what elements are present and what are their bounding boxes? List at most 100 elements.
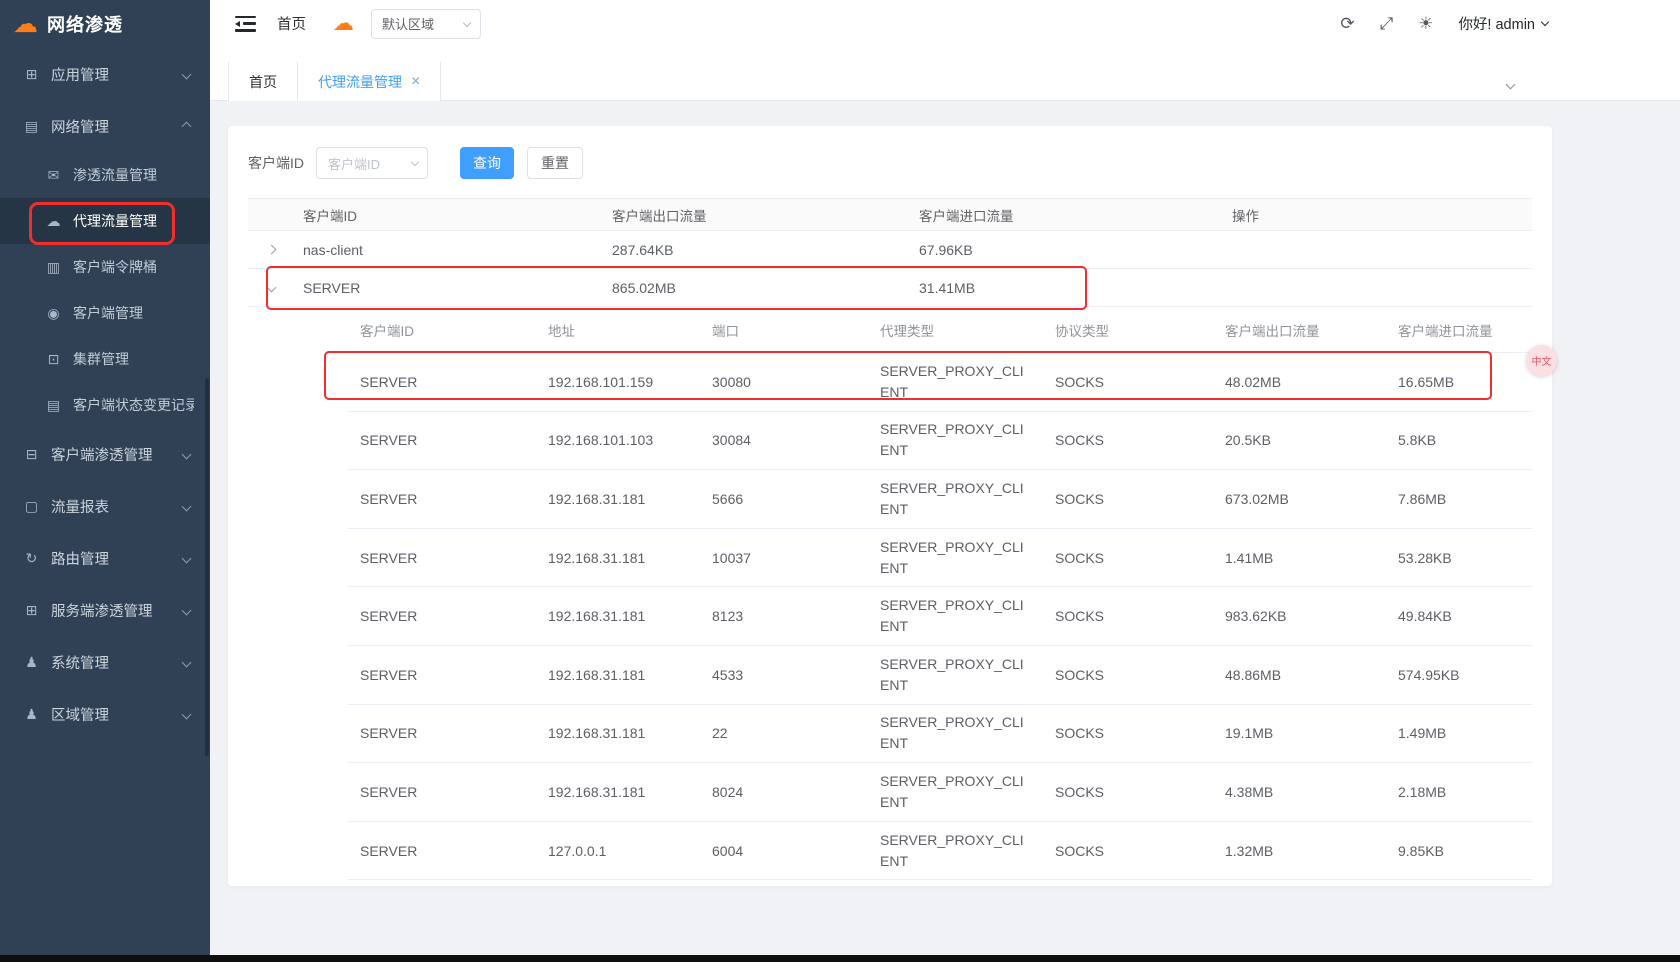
sidebar-item-route-management[interactable]: ↻ 路由管理	[0, 532, 210, 584]
table-row[interactable]: nas-client 287.64KB 67.96KB	[248, 231, 1532, 269]
refresh-icon[interactable]: ⟳	[1340, 15, 1354, 32]
subtable-row[interactable]: SERVER 192.168.31.181 8024 SERVER_PROXY_…	[348, 763, 1532, 822]
header-block: 首页 ☁ 默认区域 ⟳ ⤢ ☀ 你好! admin	[210, 0, 1680, 101]
sub-port: 5666	[700, 491, 868, 507]
sidebar-item-server-penetration[interactable]: ⊞ 服务端渗透管理	[0, 584, 210, 636]
document-icon: ▤	[22, 118, 41, 135]
collapse-menu-icon[interactable]	[235, 16, 256, 32]
subcol-client-id: 客户端ID	[348, 320, 536, 340]
search-button[interactable]: 查询	[460, 147, 514, 179]
sub-in: 53.28KB	[1386, 550, 1532, 566]
sub-protocol: SOCKS	[1043, 843, 1213, 859]
greeting-text: 你好! admin	[1458, 13, 1535, 34]
sidebar-subitem-client-status-log[interactable]: ▤ 客户端状态变更记录	[0, 382, 210, 428]
sub-protocol: SOCKS	[1043, 550, 1213, 566]
horizontal-scrollbar[interactable]	[0, 955, 1680, 962]
subtable-row[interactable]: SERVER 192.168.31.181 5666 SERVER_PROXY_…	[348, 470, 1532, 529]
cell-out: 287.64KB	[604, 242, 911, 258]
sidebar-item-system-management[interactable]: ♟ 系统管理	[0, 636, 210, 688]
sub-protocol: SOCKS	[1043, 667, 1213, 683]
subtable-row[interactable]: SERVER 192.168.101.103 30084 SERVER_PROX…	[348, 412, 1532, 471]
expand-row-icon[interactable]	[267, 245, 277, 255]
cell-in: 31.41MB	[911, 280, 1224, 296]
traffic-table: 客户端ID 客户端出口流量 客户端进口流量 操作 nas-client 287.…	[248, 198, 1532, 880]
sub-client-id: SERVER	[348, 725, 536, 741]
sub-address: 192.168.31.181	[536, 725, 700, 741]
chevron-down-icon	[182, 605, 192, 615]
user-menu[interactable]: 你好! admin	[1458, 13, 1548, 34]
sub-address: 192.168.31.181	[536, 667, 700, 683]
sub-port: 4533	[700, 667, 868, 683]
subtable-row[interactable]: SERVER 192.168.31.181 4533 SERVER_PROXY_…	[348, 646, 1532, 705]
cloud-icon: ☁	[333, 13, 354, 34]
sidebar-subitem-proxy-traffic[interactable]: ☁ 代理流量管理	[0, 198, 210, 244]
sidebar-subitem-client-token-bucket[interactable]: ▥ 客户端令牌桶	[0, 244, 210, 290]
sidebar-subitem-cluster-management[interactable]: ⊡ 集群管理	[0, 336, 210, 382]
breadcrumb[interactable]: 首页	[277, 13, 306, 34]
sidebar-item-traffic-report[interactable]: ▢ 流量报表	[0, 480, 210, 532]
region-select[interactable]: 默认区域	[371, 9, 481, 39]
chevron-down-icon	[182, 449, 192, 459]
close-icon[interactable]: ×	[411, 74, 420, 90]
monitor-icon: ▢	[22, 498, 41, 515]
chevron-down-icon	[182, 501, 192, 511]
user-icon: ♟	[22, 706, 41, 723]
subtable-row[interactable]: SERVER 192.168.31.181 10037 SERVER_PROXY…	[348, 529, 1532, 588]
app-logo: ☁ 网络渗透	[0, 0, 210, 48]
sub-address: 127.0.0.1	[536, 843, 700, 859]
theme-icon[interactable]: ☀	[1418, 15, 1433, 32]
fullscreen-icon[interactable]: ⤢	[1380, 15, 1394, 32]
subcol-protocol: 协议类型	[1043, 320, 1213, 340]
sub-out: 1.41MB	[1213, 550, 1386, 566]
sub-in: 9.85KB	[1386, 843, 1532, 859]
sub-proxy-type: SERVER_PROXY_CLIENT	[868, 419, 1043, 461]
sidebar-subitem-client-management[interactable]: ◉ 客户端管理	[0, 290, 210, 336]
layers-icon: ⊟	[22, 446, 41, 463]
reset-button[interactable]: 重置	[527, 147, 583, 179]
sidebar-scrollbar[interactable]	[205, 378, 209, 756]
sidebar-subitem-penetration-traffic[interactable]: ✉ 渗透流量管理	[0, 152, 210, 198]
cloud-icon: ☁	[44, 213, 63, 230]
translate-badge[interactable]: 中文	[1526, 345, 1557, 376]
client-id-select[interactable]: 客户端ID	[316, 147, 428, 179]
subtable-row[interactable]: SERVER 192.168.31.181 22 SERVER_PROXY_CL…	[348, 705, 1532, 764]
sidebar-item-network-management[interactable]: ▤ 网络管理	[0, 100, 210, 152]
sidebar-item-client-penetration[interactable]: ⊟ 客户端渗透管理	[0, 428, 210, 480]
app-icon: ⊞	[22, 66, 41, 83]
tab-home[interactable]: 首页	[228, 62, 298, 101]
tab-bar: 首页 代理流量管理 ×	[210, 62, 1680, 101]
sub-in: 1.49MB	[1386, 725, 1532, 741]
sub-in: 2.18MB	[1386, 784, 1532, 800]
collapse-row-icon[interactable]	[267, 283, 277, 293]
sub-proxy-type: SERVER_PROXY_CLIENT	[868, 830, 1043, 872]
sidebar-item-app-management[interactable]: ⊞ 应用管理	[0, 48, 210, 100]
bucket-icon: ▥	[44, 259, 63, 276]
chevron-down-icon	[182, 709, 192, 719]
chevron-down-icon	[182, 657, 192, 667]
subcol-port: 端口	[700, 320, 868, 340]
subtable-row[interactable]: SERVER 192.168.31.181 8123 SERVER_PROXY_…	[348, 587, 1532, 646]
location-pin-icon: ◉	[44, 305, 63, 322]
subtable-row[interactable]: SERVER 127.0.0.1 6004 SERVER_PROXY_CLIEN…	[348, 822, 1532, 881]
sub-protocol: SOCKS	[1043, 608, 1213, 624]
client-id-placeholder: 客户端ID	[328, 154, 380, 173]
sidebar-item-label: 流量报表	[51, 496, 183, 517]
tabs-dropdown[interactable]	[1507, 75, 1514, 93]
sub-port: 10037	[700, 550, 868, 566]
sidebar-item-label: 系统管理	[51, 652, 183, 673]
sub-out: 20.5KB	[1213, 432, 1386, 448]
filter-bar: 客户端ID 客户端ID 查询 重置	[248, 147, 1532, 179]
cell-client-id: SERVER	[295, 280, 604, 296]
client-id-label: 客户端ID	[248, 153, 304, 173]
tab-proxy-traffic[interactable]: 代理流量管理 ×	[298, 62, 441, 101]
network-management-submenu: ✉ 渗透流量管理 ☁ 代理流量管理 ▥ 客户端令牌桶 ◉ 客户端管理 ⊡ 集	[0, 152, 210, 428]
table-row-expanded[interactable]: SERVER 865.02MB 31.41MB	[248, 269, 1532, 307]
sub-client-id: SERVER	[348, 491, 536, 507]
sidebar-item-region-management[interactable]: ♟ 区域管理	[0, 688, 210, 740]
chevron-down-icon	[1541, 18, 1549, 26]
chevron-down-icon	[182, 69, 192, 79]
table-header: 客户端ID 客户端出口流量 客户端进口流量 操作	[248, 198, 1532, 231]
sub-proxy-type: SERVER_PROXY_CLIENT	[868, 361, 1043, 403]
sub-client-id: SERVER	[348, 843, 536, 859]
subtable-row[interactable]: SERVER 192.168.101.159 30080 SERVER_PROX…	[348, 353, 1532, 412]
